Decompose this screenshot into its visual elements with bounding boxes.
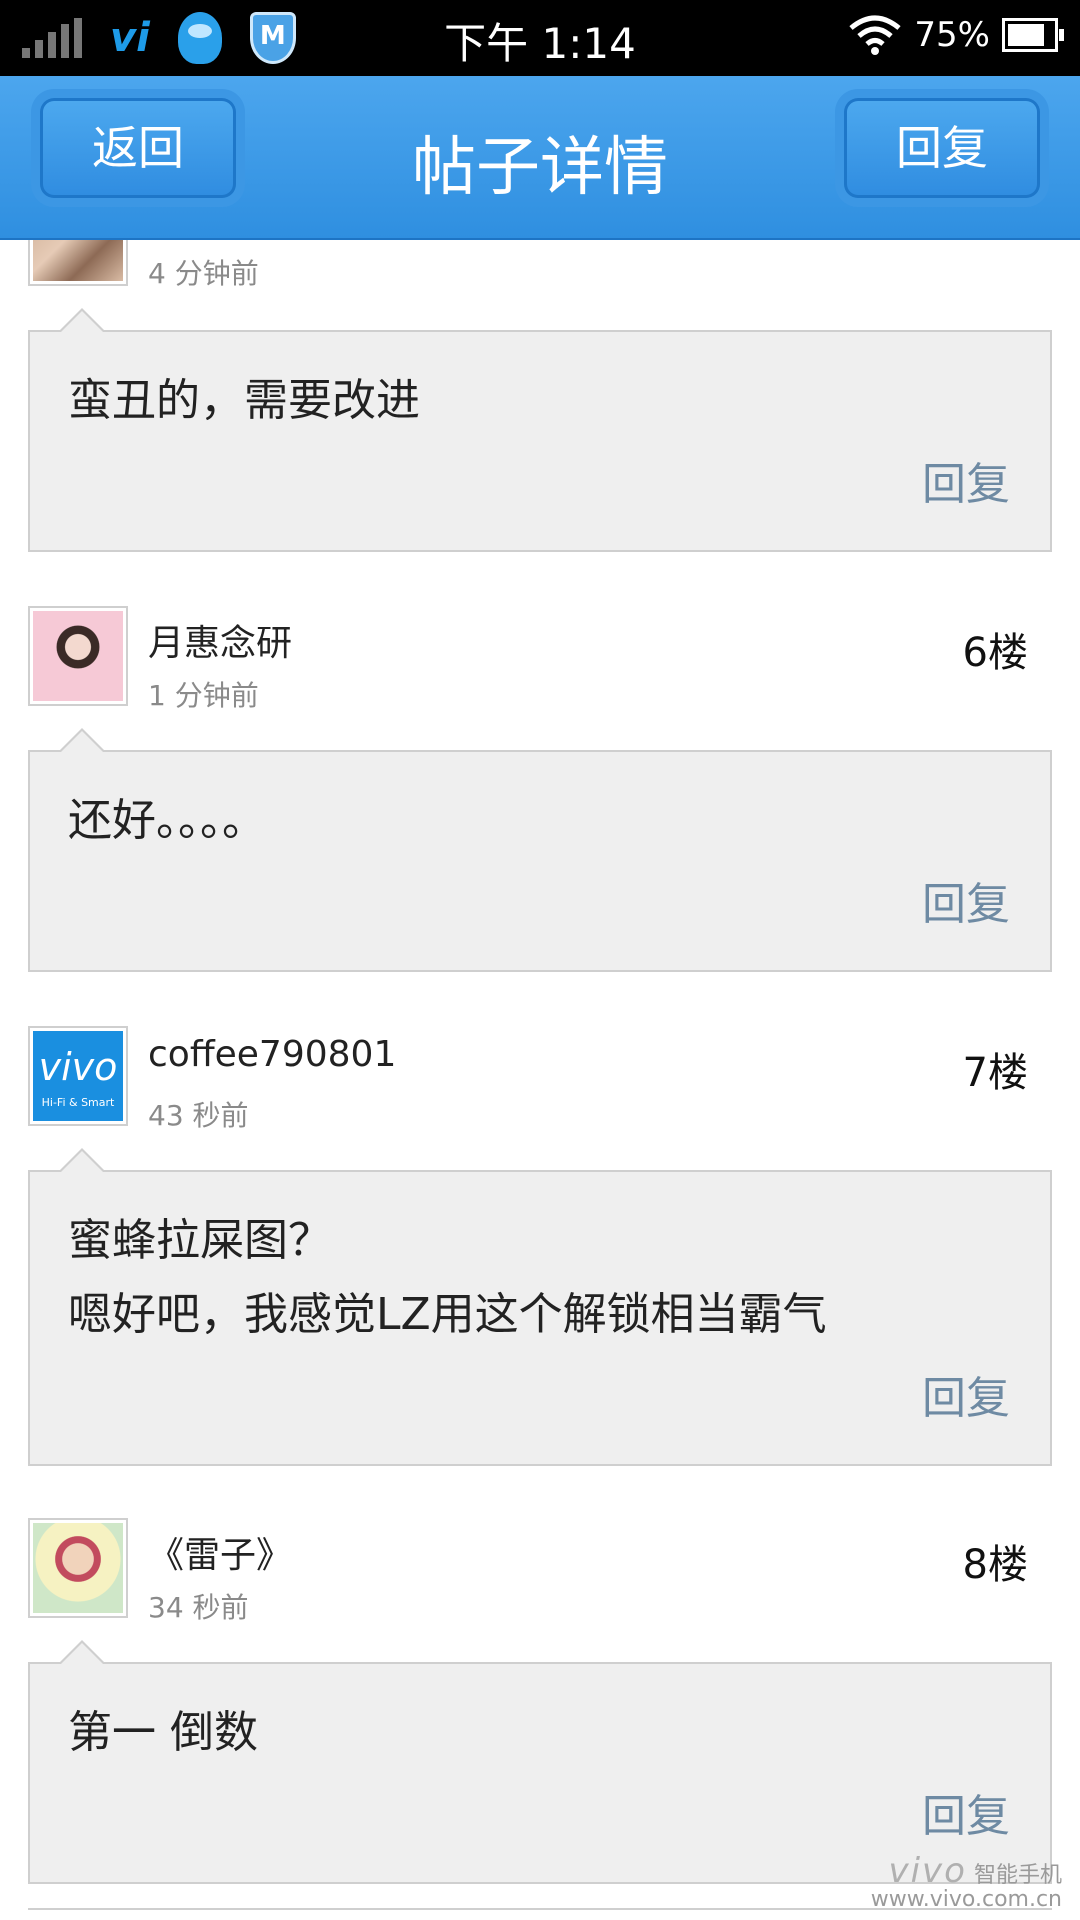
title-bar: 返回 帖子详情 回复 <box>0 76 1080 240</box>
reply-post-button[interactable]: 回复 <box>844 98 1040 198</box>
floor-number: 7楼 <box>962 1050 1028 1096</box>
battery-icon <box>1002 18 1064 52</box>
reply-content: 还好。。。。 <box>68 795 266 846</box>
username[interactable]: 《雷子》 <box>148 1526 292 1578</box>
floor-number: 8楼 <box>962 1542 1028 1588</box>
watermark-tagline: 智能手机 <box>973 1863 1062 1888</box>
reply-bubble: 还好。。。。 回复 <box>28 728 1052 972</box>
username[interactable]: coffee790801 <box>148 1034 396 1075</box>
watermark-url: www.vivo.com.cn <box>870 1887 1062 1912</box>
avatar[interactable]: vivo Hi-Fi & Smart <box>28 1026 128 1126</box>
reply-content: 蛮丑的，需要改进 <box>68 375 420 426</box>
post-time: 43 秒前 <box>148 1099 249 1132</box>
battery-percent: 75% <box>914 15 990 55</box>
reply-link[interactable]: 回复 <box>922 1362 1010 1426</box>
reply-content: 第一 倒数 <box>68 1707 258 1758</box>
wifi-icon <box>849 15 902 55</box>
status-icons-right: 75% <box>848 14 1064 56</box>
floor-number: 6楼 <box>962 630 1028 676</box>
post-time: 1 分钟前 <box>148 679 259 712</box>
reply-content: 蜜蜂拉屎图？ 嗯好吧，我感觉LZ用这个解锁相当霸气 <box>68 1215 827 1340</box>
replies-list[interactable]: 5楼 4 分钟前 蛮丑的，需要改进 回复 月惠念研 6楼 1 分钟前 还好。。。… <box>0 238 1080 1920</box>
reply-bubble: 蛮丑的，需要改进 回复 <box>28 308 1052 552</box>
post-time: 4 分钟前 <box>148 257 259 290</box>
status-bar: vi M 下午 1:14 75% <box>0 0 1080 76</box>
watermark: vivo 智能手机 www.vivo.com.cn <box>870 1854 1062 1912</box>
reply-link[interactable]: 回复 <box>922 1780 1010 1844</box>
avatar[interactable] <box>28 238 128 286</box>
reply-link[interactable]: 回复 <box>922 448 1010 512</box>
vivo-logo: vivo Hi-Fi & Smart <box>33 1031 123 1121</box>
username[interactable]: 月惠念研 <box>148 614 292 666</box>
avatar[interactable] <box>28 1518 128 1618</box>
reply-bubble: 蜜蜂拉屎图？ 嗯好吧，我感觉LZ用这个解锁相当霸气 回复 <box>28 1148 1052 1466</box>
vivo-watermark-logo: vivo <box>888 1851 967 1891</box>
post-time: 34 秒前 <box>148 1591 249 1624</box>
reply-link[interactable]: 回复 <box>922 868 1010 932</box>
avatar[interactable] <box>28 606 128 706</box>
